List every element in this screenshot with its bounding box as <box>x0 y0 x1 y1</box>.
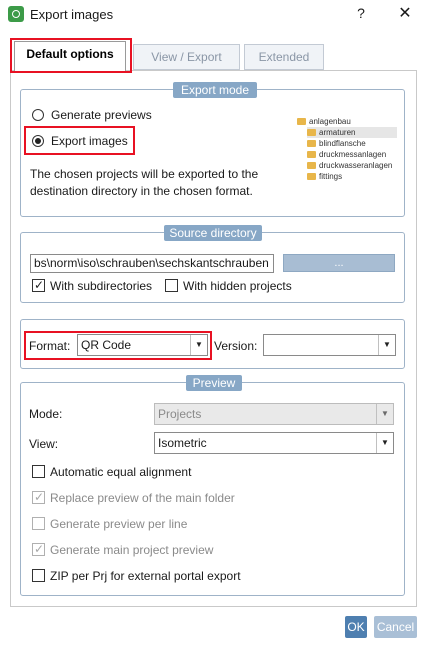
folder-icon <box>307 173 316 181</box>
folder-icon <box>297 118 306 126</box>
highlight-export-images <box>24 126 135 155</box>
mode-label: Mode: <box>29 407 63 421</box>
app-icon <box>8 6 24 22</box>
source-path-input[interactable]: bs\norm\iso\schrauben\sechskantschrauben <box>30 254 274 273</box>
auto-align-label: Automatic equal alignment <box>50 465 192 479</box>
main-project-label: Generate main project preview <box>50 543 214 557</box>
preview-legend: Preview <box>186 375 242 391</box>
ok-button[interactable]: OK <box>345 616 367 638</box>
tree-item: blindflansche <box>307 138 397 149</box>
zip-label: ZIP per Prj for external portal export <box>50 569 241 583</box>
help-button[interactable]: ? <box>354 5 368 21</box>
folder-icon <box>307 162 316 170</box>
zip-checkbox[interactable] <box>32 569 45 582</box>
highlight-tab <box>10 38 132 73</box>
export-mode-description: The chosen projects will be exported to … <box>30 167 259 198</box>
export-mode-legend: Export mode <box>173 82 257 98</box>
with-hidden-projects-label: With hidden projects <box>183 279 292 293</box>
per-line-checkbox[interactable] <box>32 517 45 530</box>
folder-icon <box>307 129 316 137</box>
folder-icon <box>307 140 316 148</box>
tree-item: fittings <box>307 171 397 182</box>
tree-item: druckwasseranlagen <box>307 160 397 171</box>
auto-align-checkbox[interactable] <box>32 465 45 478</box>
with-hidden-projects-checkbox[interactable] <box>165 279 178 292</box>
radio-generate-previews[interactable] <box>32 109 44 121</box>
version-select[interactable]: ▼ <box>263 334 396 356</box>
generate-previews-label: Generate previews <box>51 108 152 122</box>
main-project-checkbox[interactable] <box>32 542 45 556</box>
view-label: View: <box>29 437 59 451</box>
with-subdirectories-checkbox[interactable] <box>32 278 45 292</box>
tab-view-export[interactable]: View / Export <box>133 44 240 70</box>
with-subdirectories-label: With subdirectories <box>50 279 153 293</box>
cancel-button[interactable]: Cancel <box>374 616 417 638</box>
replace-main-label: Replace preview of the main folder <box>50 491 235 505</box>
highlight-format <box>24 331 212 360</box>
per-line-label: Generate preview per line <box>50 517 188 531</box>
replace-main-checkbox[interactable] <box>32 490 45 504</box>
chevron-down-icon: ▼ <box>376 404 393 424</box>
view-select[interactable]: Isometric ▼ <box>154 432 394 454</box>
tree-item: anlagenbau <box>297 116 397 127</box>
chevron-down-icon: ▼ <box>378 335 395 355</box>
tab-extended[interactable]: Extended <box>244 44 324 70</box>
mode-value: Projects <box>158 407 202 421</box>
tree-item: druckmessanlagen <box>307 149 397 160</box>
folder-tree-preview: anlagenbau armaturen blindflansche druck… <box>297 116 397 182</box>
view-value: Isometric <box>158 436 207 450</box>
browse-button[interactable]: ... <box>283 254 395 272</box>
source-directory-legend: Source directory <box>164 225 262 241</box>
folder-icon <box>307 151 316 159</box>
mode-select[interactable]: Projects ▼ <box>154 403 394 425</box>
close-button[interactable]: ✕ <box>396 3 414 23</box>
tree-item: armaturen <box>307 127 397 138</box>
version-label: Version: <box>214 339 258 353</box>
window-title: Export images <box>30 7 114 22</box>
chevron-down-icon: ▼ <box>376 433 393 453</box>
